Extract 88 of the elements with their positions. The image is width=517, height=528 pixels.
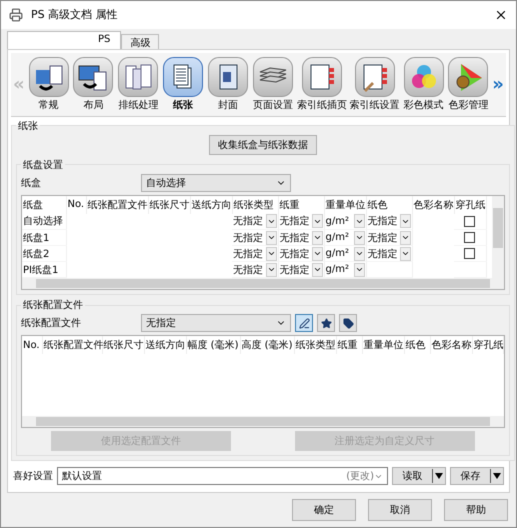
column-header[interactable]: 纸张配置文件 (86, 196, 148, 214)
table-cell: 自动选择 (22, 214, 66, 230)
dialog-button[interactable]: 取消 (368, 499, 432, 521)
toolbar-label: 纸张 (173, 98, 194, 112)
star-icon (320, 318, 332, 328)
dropdown[interactable]: 无指定 (368, 230, 410, 244)
scroll-right-arrow[interactable]: » (492, 74, 504, 94)
column-header[interactable]: 送纸方向 (190, 196, 232, 214)
column-header[interactable]: 色彩名称 (412, 196, 454, 214)
checkbox[interactable] (464, 248, 476, 259)
toolbar-label: 色彩管理 (448, 98, 488, 112)
favorites-select[interactable]: 默认设置 (更改) (57, 467, 388, 485)
vertical-scrollbar[interactable] (492, 196, 504, 278)
save-button[interactable]: 保存 (450, 467, 504, 485)
dropdown[interactable]: 无指定 (280, 230, 322, 244)
column-header[interactable]: 纸色 (404, 336, 430, 354)
tab[interactable]: PS (7, 30, 122, 48)
horizontal-scrollbar[interactable] (22, 278, 504, 289)
dropdown[interactable]: g/m² (326, 262, 364, 276)
toolbar-button[interactable] (302, 56, 342, 96)
checkbox[interactable] (464, 232, 476, 243)
collect-button[interactable]: 收集纸盒与纸张数据 (208, 134, 317, 154)
field-label: 喜好设置 (13, 470, 53, 483)
tag-button[interactable] (339, 314, 357, 332)
column-header[interactable]: 送纸方向 (144, 336, 186, 354)
column-header[interactable]: 纸重 (336, 336, 362, 354)
column-header[interactable]: 高度 (毫米) (240, 336, 294, 354)
dropdown[interactable]: 无指定 (233, 262, 276, 276)
toolbar-label: 索引纸插页 (296, 98, 347, 112)
field-label: 纸盒 (21, 176, 42, 190)
column-header[interactable]: 纸盘 (22, 196, 66, 214)
tab[interactable]: 高级 (121, 34, 160, 48)
profile-select[interactable]: 无指定 (141, 314, 291, 332)
dropdown[interactable]: 无指定 (368, 246, 410, 260)
dropdown[interactable]: g/m² (326, 214, 364, 228)
toolbar-label: 常规 (38, 98, 59, 112)
checkbox[interactable] (464, 216, 476, 227)
column-header[interactable]: 穿孔纸 (454, 196, 486, 214)
column-header[interactable]: 穿孔纸 (472, 336, 503, 354)
column-header[interactable]: 纸张尺寸 (148, 196, 190, 214)
dropdown[interactable]: g/m² (326, 246, 364, 260)
column-header[interactable]: 重量单位 (362, 336, 404, 354)
toolbar-button[interactable] (354, 56, 395, 96)
column-header[interactable]: 纸张尺寸 (102, 336, 144, 354)
load-button[interactable]: 读取 (392, 467, 446, 485)
toolbar-button[interactable] (252, 56, 293, 96)
tray-select[interactable]: 自动选择 (141, 174, 291, 192)
dialog-button[interactable]: 确定 (292, 499, 356, 521)
pen-button[interactable] (295, 314, 313, 332)
column-header[interactable]: 幅度 (毫米) (186, 336, 240, 354)
column-header[interactable]: 纸张类型 (294, 336, 336, 354)
column-header[interactable]: No. (66, 196, 86, 214)
dropdown[interactable]: 无指定 (233, 230, 276, 244)
dropdown-icon (433, 471, 445, 481)
star-button[interactable] (317, 314, 335, 332)
dropdown[interactable]: 无指定 (280, 214, 322, 228)
column-header[interactable]: No. (22, 336, 42, 354)
dropdown[interactable]: 无指定 (233, 246, 276, 260)
dropdown[interactable]: 无指定 (368, 214, 410, 228)
group-title: 纸张配置文件 (22, 298, 84, 312)
printer-icon (9, 8, 23, 22)
toolbar-label: 页面设置 (252, 98, 293, 112)
table-cell: 纸盘1 (22, 230, 66, 246)
dialog-button[interactable]: 帮助 (444, 499, 508, 521)
dropdown[interactable]: g/m² (326, 230, 364, 244)
pen-icon (298, 318, 310, 328)
dropdown[interactable]: 无指定 (280, 246, 322, 260)
toolbar-label: 布局 (83, 98, 104, 112)
toolbar-button[interactable] (73, 56, 114, 96)
group-title: 纸盘设置 (22, 158, 64, 172)
toolbar-button[interactable] (208, 56, 248, 96)
toolbar-label: 索引纸设置 (350, 98, 400, 112)
horizontal-scrollbar[interactable] (22, 416, 504, 427)
dropdown[interactable]: 无指定 (233, 214, 276, 228)
tag-icon (342, 318, 354, 328)
toolbar-label: 排纸处理 (118, 98, 158, 112)
toolbar-button[interactable] (163, 56, 204, 96)
column-header[interactable]: 纸张配置文件 (42, 336, 102, 354)
table-cell: 纸盘2 (22, 246, 66, 262)
dropdown[interactable]: 无指定 (280, 262, 322, 276)
toolbar-label: 封面 (218, 98, 238, 112)
field-label: 纸张配置文件 (21, 316, 82, 330)
column-header[interactable]: 色彩名称 (430, 336, 472, 354)
toolbar-button[interactable] (28, 56, 69, 96)
toolbar-label: 彩色模式 (404, 98, 444, 112)
dropdown-icon (491, 471, 503, 481)
group-title: 纸张 (17, 120, 39, 132)
window-title: PS 高级文档 属性 (31, 7, 119, 22)
